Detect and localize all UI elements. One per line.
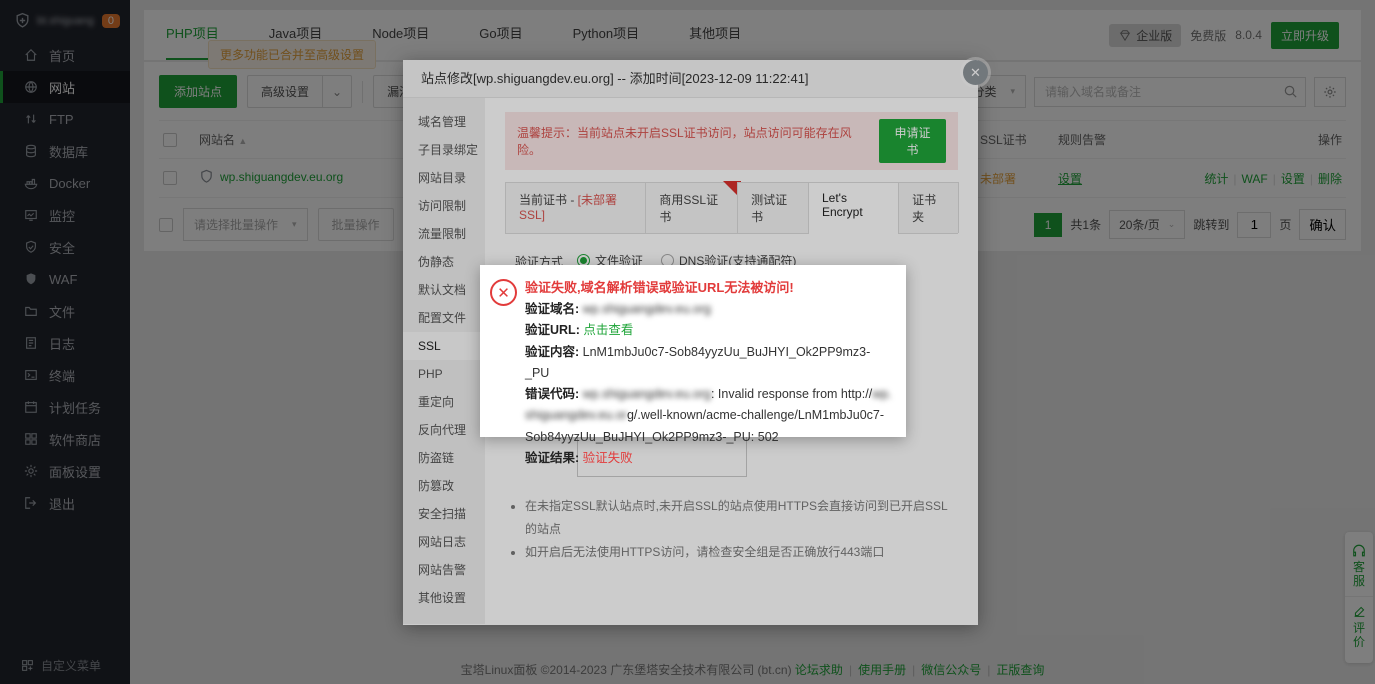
verify-content-row: 验证内容: LnM1mbJu0c7-Sob84yyzUu_BuJHYI_Ok2P…: [525, 342, 892, 385]
view-url-link[interactable]: 点击查看: [583, 323, 633, 337]
verify-url-label: 验证URL:: [525, 323, 583, 337]
verify-result-value: 验证失败: [583, 451, 633, 465]
verify-domain-row: 验证域名: wp.shiguangdev.eu.org: [525, 299, 892, 320]
verify-content-label: 验证内容:: [525, 345, 583, 359]
verify-result-label: 验证结果:: [525, 451, 583, 465]
error-code-text: : Invalid response from http://: [711, 387, 872, 401]
verify-result-row: 验证结果: 验证失败: [525, 448, 892, 469]
verify-failed-popup: ✕ 验证失败,域名解析错误或验证URL无法被访问! 验证域名: wp.shigu…: [480, 265, 906, 437]
error-title: 验证失败,域名解析错误或验证URL无法被访问!: [525, 277, 892, 299]
verify-url-row: 验证URL: 点击查看: [525, 320, 892, 341]
error-code-row: 错误代码: wp.shiguangdev.eu.org: Invalid res…: [525, 384, 892, 448]
verify-domain-label: 验证域名:: [525, 302, 583, 316]
error-code-blurred-domain: wp.shiguangdev.eu.org: [583, 387, 711, 401]
verify-domain-value: wp.shiguangdev.eu.org: [583, 302, 711, 316]
error-code-label: 错误代码:: [525, 387, 583, 401]
error-circle-x-icon: ✕: [490, 279, 517, 306]
